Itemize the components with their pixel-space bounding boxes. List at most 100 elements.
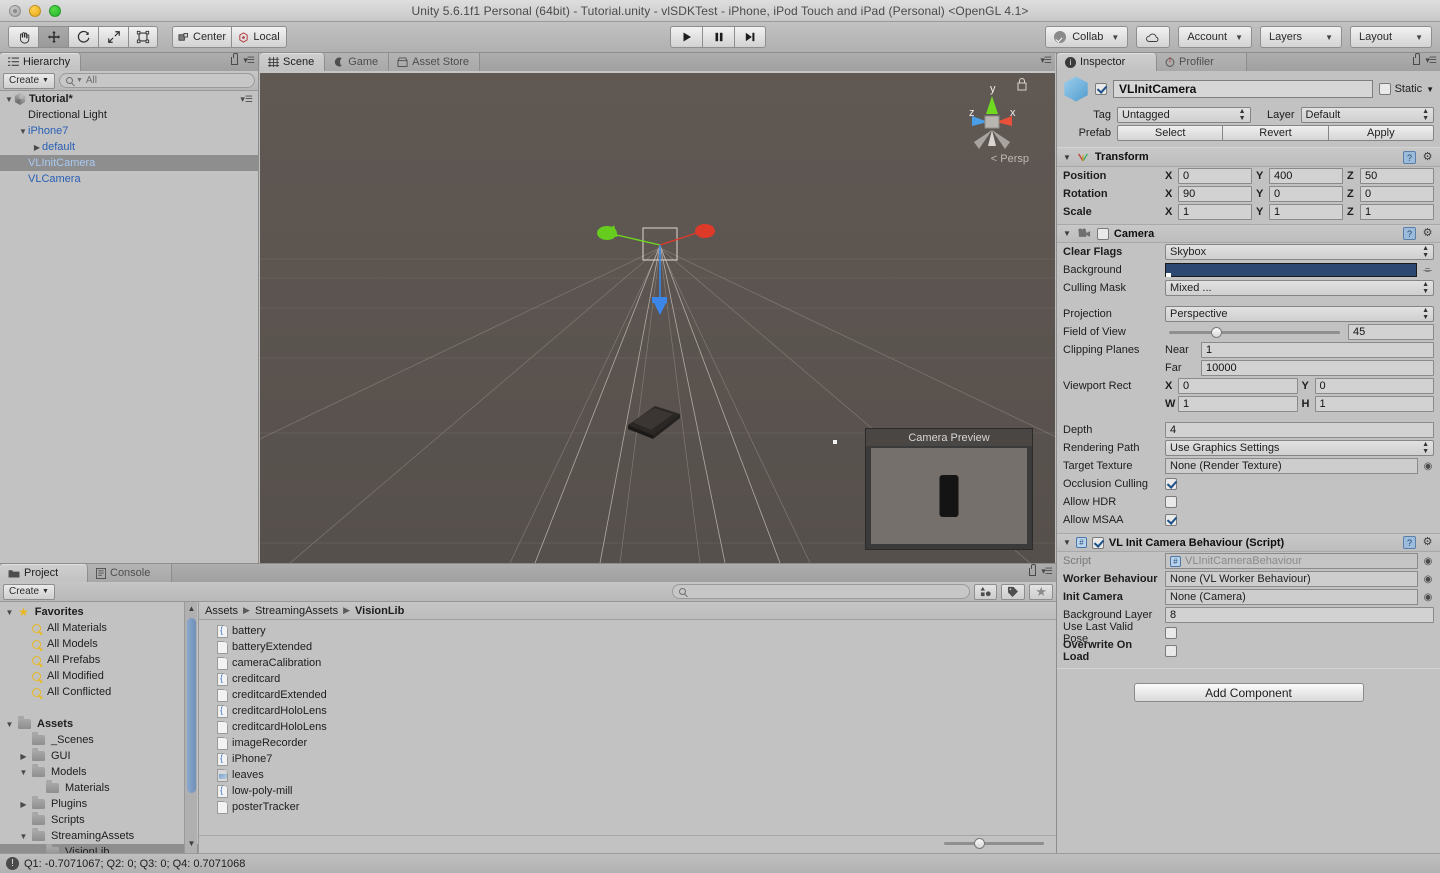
transform-component-header[interactable]: ▼ Transform ? ⚙	[1057, 148, 1440, 167]
tag-dropdown[interactable]: Untagged ▲ ▼	[1117, 107, 1251, 123]
project-file-item[interactable]: creditcardExtended	[199, 687, 1056, 703]
breadcrumb-assets[interactable]: Assets	[205, 605, 238, 617]
chevron-down-icon[interactable]: ▼	[1426, 85, 1434, 94]
chevron-toggle-icon[interactable]: ▼	[4, 720, 15, 729]
tab-scene[interactable]: Scene	[260, 53, 326, 71]
viewport-x-input[interactable]: 0	[1178, 378, 1298, 394]
hierarchy-scene-row[interactable]: ▼ Tutorial* ▾☰	[0, 91, 258, 107]
collab-button[interactable]: Collab ▼	[1045, 26, 1129, 48]
move-tool-icon[interactable]	[38, 26, 68, 48]
static-checkbox[interactable]	[1378, 83, 1391, 95]
tab-asset-store[interactable]: Asset Store	[389, 53, 481, 71]
clear-flags-dropdown[interactable]: Skybox ▲ ▼	[1165, 244, 1434, 260]
project-tree-item[interactable]: Scripts	[0, 812, 198, 828]
overwrite-checkbox[interactable]	[1165, 645, 1177, 657]
chevron-expanded-icon[interactable]: ▼	[1063, 153, 1071, 162]
project-tree-item[interactable]: ▶ Plugins	[0, 796, 198, 812]
project-file-item[interactable]: battery	[199, 623, 1056, 639]
hierarchy-item[interactable]: VLCamera	[0, 171, 258, 187]
object-picker-icon[interactable]: ◉	[1422, 461, 1434, 472]
step-button[interactable]	[734, 26, 766, 48]
pivot-mode-button[interactable]: Center	[172, 26, 232, 48]
fov-value-input[interactable]: 45	[1348, 324, 1434, 340]
tab-game[interactable]: Game	[325, 53, 390, 71]
gear-icon[interactable]: ⚙	[1421, 536, 1434, 549]
project-files-pane[interactable]: Assets ▶ StreamingAssets ▶ VisionLib bat…	[199, 602, 1056, 853]
project-tree-item[interactable]: ▼ Models	[0, 764, 198, 780]
chevron-toggle-icon[interactable]: ▶	[18, 752, 29, 761]
object-picker-icon[interactable]: ◉	[1422, 592, 1434, 603]
prefab-revert-button[interactable]: Revert	[1223, 125, 1329, 141]
project-file-item[interactable]: creditcardHoloLens	[199, 719, 1056, 735]
project-zoom-slider[interactable]	[944, 837, 1044, 849]
culling-mask-dropdown[interactable]: Mixed ... ▲ ▼	[1165, 280, 1434, 296]
project-file-item[interactable]: creditcard	[199, 671, 1056, 687]
viewport-w-input[interactable]: 1	[1178, 396, 1298, 412]
msaa-checkbox[interactable]	[1165, 514, 1177, 526]
lock-icon[interactable]	[1029, 563, 1037, 576]
scene-context-menu-icon[interactable]: ▾☰	[240, 94, 253, 105]
hamburger-menu-icon[interactable]: ▾☰	[1425, 55, 1437, 66]
object-picker-icon[interactable]: ◉	[1422, 556, 1434, 567]
prefab-apply-button[interactable]: Apply	[1328, 125, 1434, 141]
help-icon[interactable]: ?	[1403, 227, 1416, 240]
rendering-path-dropdown[interactable]: Use Graphics Settings ▲ ▼	[1165, 440, 1434, 456]
scroll-up-arrow-icon[interactable]: ▲	[187, 604, 196, 616]
filter-by-label-button[interactable]	[1001, 583, 1026, 600]
fov-slider[interactable]	[1169, 326, 1340, 338]
hand-tool-icon[interactable]	[8, 26, 38, 48]
add-component-button[interactable]: Add Component	[1133, 683, 1364, 702]
help-icon[interactable]: ?	[1403, 150, 1416, 164]
project-create-button[interactable]: Create ▼	[3, 583, 55, 600]
project-tree-item[interactable]: ▼ Assets	[0, 716, 198, 732]
target-texture-field[interactable]: None (Render Texture)	[1165, 458, 1418, 474]
project-tree-item[interactable]	[0, 700, 198, 716]
hamburger-menu-icon[interactable]: ▾☰	[243, 55, 255, 66]
help-icon[interactable]: ?	[1403, 536, 1416, 549]
project-tree-item[interactable]: All Models	[0, 636, 198, 652]
gear-icon[interactable]: ⚙	[1421, 227, 1434, 240]
layout-button[interactable]: Layout ▼	[1350, 26, 1432, 48]
hierarchy-item[interactable]: ▼ iPhone7	[0, 123, 258, 139]
transform-z-input[interactable]: 1	[1360, 204, 1434, 220]
viewport-h-input[interactable]: 1	[1314, 396, 1434, 412]
project-tree-scroll-thumb[interactable]	[187, 618, 196, 793]
tab-hierarchy[interactable]: Hierarchy	[0, 53, 82, 71]
chevron-expanded-icon[interactable]: ▼	[4, 95, 14, 104]
eyedropper-icon[interactable]: ⌯	[1421, 264, 1434, 277]
project-file-item[interactable]: posterTracker	[199, 799, 1056, 815]
project-zoom-track[interactable]	[944, 837, 1044, 849]
scene-viewport[interactable]: y z x < Persp Camera Preview	[260, 73, 1055, 563]
viewport-y-input[interactable]: 0	[1314, 378, 1434, 394]
hierarchy-search-input[interactable]: ▼ All	[58, 73, 255, 88]
depth-input[interactable]: 4	[1165, 422, 1434, 438]
transform-header-icons[interactable]: ? ⚙	[1403, 150, 1434, 164]
object-picker-icon[interactable]: ◉	[1422, 574, 1434, 585]
perspective-label[interactable]: < Persp	[991, 153, 1029, 165]
script-field[interactable]: # VLInitCameraBehaviour	[1165, 553, 1418, 569]
project-file-item[interactable]: cameraCalibration	[199, 655, 1056, 671]
account-button[interactable]: Account ▼	[1178, 26, 1252, 48]
play-button[interactable]	[670, 26, 702, 48]
project-tree-item[interactable]: ▼ StreamingAssets	[0, 828, 198, 844]
project-tree-scrollbar[interactable]: ▲ ▼	[184, 602, 197, 853]
transform-y-input[interactable]: 1	[1269, 204, 1343, 220]
occlusion-checkbox[interactable]	[1165, 478, 1177, 490]
tab-inspector[interactable]: i Inspector	[1057, 53, 1157, 71]
project-tree-item[interactable]: All Conflicted	[0, 684, 198, 700]
gear-icon[interactable]: ⚙	[1421, 151, 1434, 164]
lock-icon[interactable]	[231, 52, 239, 65]
transform-x-input[interactable]: 1	[1178, 204, 1252, 220]
rect-tool-icon[interactable]	[128, 26, 158, 48]
chevron-expanded-icon[interactable]: ▼	[1063, 538, 1071, 547]
breadcrumb-streamingassets[interactable]: StreamingAssets	[255, 605, 338, 617]
hierarchy-tree[interactable]: ▼ Tutorial* ▾☰ Directional Light ▼ iPhone7…	[0, 91, 258, 563]
hierarchy-item[interactable]: Directional Light	[0, 107, 258, 123]
pause-button[interactable]	[702, 26, 734, 48]
breadcrumb[interactable]: Assets ▶ StreamingAssets ▶ VisionLib	[199, 602, 1056, 620]
inspector-tab-icons[interactable]: ▾☰	[1413, 52, 1437, 66]
project-tree-pane[interactable]: ▼ ★ Favorites All Materials All Models All Pr…	[0, 602, 199, 853]
chevron-toggle-icon[interactable]: ▶	[18, 800, 29, 809]
hamburger-menu-icon[interactable]: ▾☰	[1041, 566, 1053, 577]
project-file-item[interactable]: imageRecorder	[199, 735, 1056, 751]
